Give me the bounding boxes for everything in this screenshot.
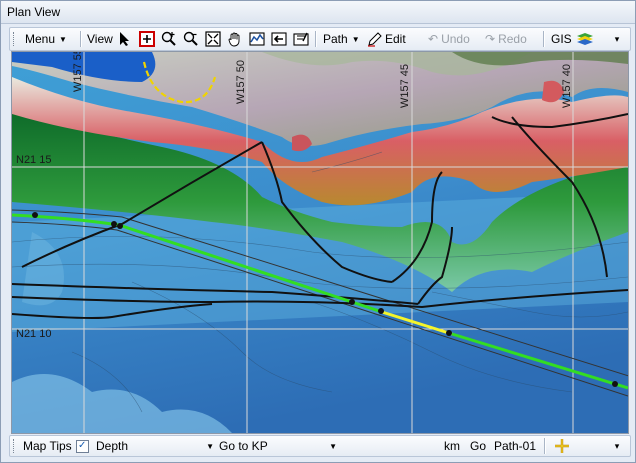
gis-button[interactable]: GIS bbox=[551, 28, 572, 50]
lon-label-3: W157 40 bbox=[561, 63, 573, 108]
edit-label: Edit bbox=[385, 32, 406, 46]
toolbar-grip[interactable] bbox=[13, 439, 16, 453]
map-tips-toggle[interactable]: Map Tips ✓ bbox=[23, 436, 89, 456]
back-icon[interactable] bbox=[270, 30, 288, 48]
depth-select-value: Depth bbox=[96, 439, 129, 453]
path-name-label: Path-01 bbox=[494, 439, 537, 453]
path-label: Path bbox=[323, 32, 348, 46]
lat-label-north: N21 15 bbox=[16, 154, 52, 166]
profile-icon[interactable] bbox=[248, 30, 266, 48]
overflow-chevron-icon[interactable]: ▾ bbox=[611, 30, 623, 48]
undo-label: Undo bbox=[441, 32, 470, 46]
title-bar: Plan View bbox=[1, 1, 635, 24]
undo-button[interactable]: ↶ Undo bbox=[428, 28, 470, 50]
status-toolbar: Map Tips ✓ Depth ▼ Go to KP ▼ km Go Path… bbox=[9, 435, 631, 457]
edit-button[interactable]: Edit bbox=[367, 28, 406, 50]
redo-icon: ↷ bbox=[485, 32, 496, 46]
menu-dropdown-button[interactable]: Menu ▼ bbox=[25, 28, 67, 50]
chevron-down-icon: ▼ bbox=[206, 441, 214, 451]
undo-icon: ↶ bbox=[428, 32, 439, 46]
zoom-box-icon[interactable] bbox=[138, 30, 156, 48]
goto-kp-value: Go to KP bbox=[219, 439, 268, 453]
pan-hand-icon[interactable] bbox=[226, 30, 244, 48]
layers-icon[interactable] bbox=[576, 30, 594, 48]
toolbar-separator bbox=[315, 31, 317, 47]
km-unit-label: km bbox=[444, 439, 460, 453]
map-tips-checkbox[interactable]: ✓ bbox=[75, 439, 89, 453]
view-label: View bbox=[87, 32, 113, 46]
menu-label: Menu bbox=[25, 32, 56, 46]
edit-path-icon bbox=[367, 30, 383, 48]
overflow-chevron-icon[interactable]: ▾ bbox=[611, 437, 623, 455]
chevron-down-icon: ▼ bbox=[351, 34, 360, 44]
plan-view-window: Plan View Menu ▼ View Path ▼ Edit ↶ Undo… bbox=[0, 0, 636, 463]
pointer-icon[interactable] bbox=[116, 30, 134, 48]
redo-button[interactable]: ↷ Redo bbox=[485, 28, 527, 50]
toolbar-separator bbox=[543, 31, 545, 47]
zoom-out-icon[interactable] bbox=[182, 30, 200, 48]
gis-label: GIS bbox=[551, 32, 572, 46]
toolbar-separator bbox=[544, 438, 546, 454]
lat-label-south: N21 10 bbox=[16, 328, 52, 340]
view-button[interactable]: View bbox=[87, 28, 113, 50]
move-cross-icon[interactable] bbox=[553, 437, 571, 455]
chevron-down-icon: ▼ bbox=[329, 441, 337, 451]
window-title: Plan View bbox=[7, 5, 61, 19]
map-canvas[interactable]: N21 15 N21 10 W157 55 W157 50 W157 45 W1… bbox=[11, 51, 629, 434]
zoom-extent-icon[interactable] bbox=[204, 30, 222, 48]
depth-select[interactable]: Depth ▼ bbox=[96, 438, 214, 454]
chevron-down-icon: ▼ bbox=[59, 34, 67, 44]
goto-kp-select[interactable]: Go to KP ▼ bbox=[219, 438, 337, 454]
toolbar-separator bbox=[80, 31, 82, 47]
zoom-in-icon[interactable] bbox=[160, 30, 178, 48]
go-button[interactable]: Go bbox=[470, 436, 486, 456]
toolbar-grip[interactable] bbox=[13, 32, 16, 46]
lon-label-2: W157 45 bbox=[399, 63, 411, 108]
map-tips-label: Map Tips bbox=[23, 439, 72, 453]
path-dropdown-button[interactable]: Path ▼ bbox=[323, 28, 360, 50]
bathymetry-map bbox=[12, 52, 628, 433]
redo-label: Redo bbox=[498, 32, 527, 46]
main-toolbar: Menu ▼ View Path ▼ Edit ↶ Undo ↷ Redo GI… bbox=[9, 27, 631, 51]
lon-label-1: W157 50 bbox=[235, 59, 247, 104]
lon-label-west: W157 55 bbox=[72, 51, 84, 92]
export-icon[interactable] bbox=[292, 30, 310, 48]
